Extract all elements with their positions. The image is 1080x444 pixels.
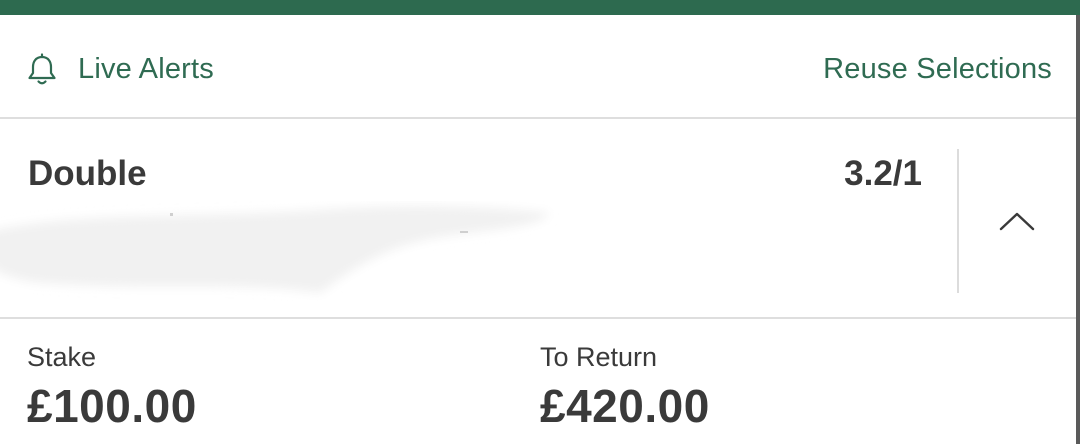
return-value: £420.00	[540, 380, 710, 432]
return-summary: To Return £420.00	[540, 340, 1020, 440]
live-alerts-label: Live Alerts	[78, 52, 214, 85]
redaction-smudge	[0, 206, 550, 293]
bet-odds: 3.2/1	[844, 154, 922, 193]
bet-type-label: Double	[28, 154, 147, 193]
stake-value[interactable]: £100.00	[27, 378, 507, 434]
brand-header-bar	[0, 0, 1080, 15]
scrollbar-edge	[1076, 15, 1080, 444]
bet-card: Double 3.2/1	[0, 121, 1076, 319]
bell-icon	[28, 53, 56, 85]
chevron-up-icon	[999, 212, 1035, 231]
redacted-selections	[0, 201, 560, 301]
card-divider	[957, 149, 959, 293]
live-alerts-button[interactable]: Live Alerts	[24, 49, 214, 89]
collapse-toggle[interactable]	[990, 201, 1044, 241]
stake-label: Stake	[27, 342, 97, 372]
bet-slip: Live Alerts Reuse Selections Double 3.2/…	[0, 0, 1080, 444]
bet-slip-actions: Live Alerts Reuse Selections	[0, 15, 1076, 119]
reuse-selections-button[interactable]: Reuse Selections	[823, 49, 1052, 89]
return-label: To Return	[540, 342, 658, 372]
stake-summary: Stake £100.00	[27, 340, 507, 440]
